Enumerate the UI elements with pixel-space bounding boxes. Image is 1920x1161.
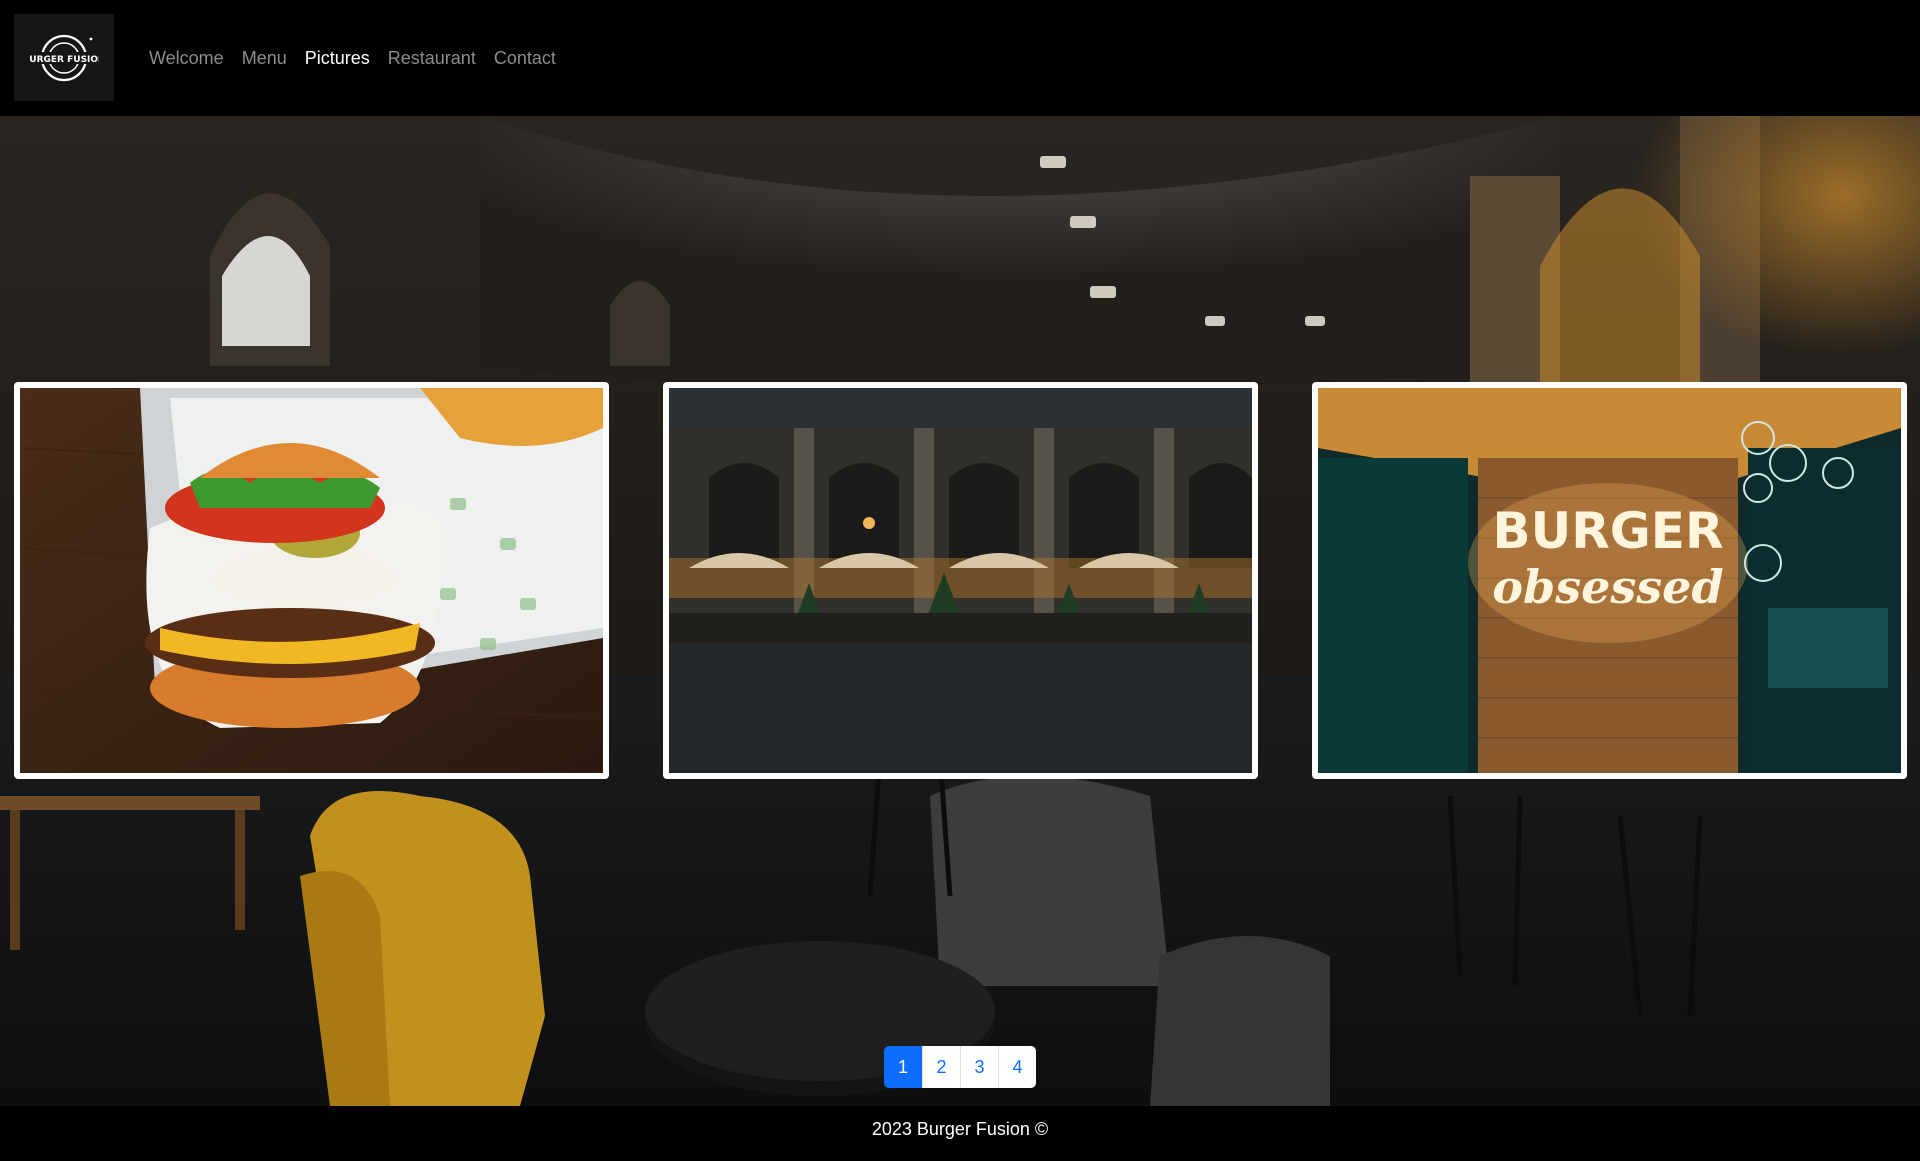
- footer-copyright: 2023 Burger Fusion ©: [871, 1119, 1049, 1139]
- burger-fusion-logo-icon: BURGER FUSION: [29, 34, 99, 81]
- gallery-card-neon-sign[interactable]: BURGER obsessed: [1312, 382, 1907, 779]
- neon-line1: BURGER: [1493, 502, 1724, 560]
- nav-menu[interactable]: Menu: [233, 49, 296, 67]
- nav-links: Welcome Menu Pictures Restaurant Contact: [140, 0, 565, 116]
- page-4-button[interactable]: 4: [998, 1046, 1036, 1088]
- pagination: 1 2 3 4: [884, 1046, 1036, 1088]
- nav-contact[interactable]: Contact: [485, 49, 565, 67]
- hero-section: BURGER obsessed 1 2 3 4: [0, 116, 1920, 1106]
- outdoor-terrace-photo: [669, 388, 1252, 773]
- page-1-button[interactable]: 1: [884, 1046, 922, 1088]
- logo-text: BURGER FUSION: [29, 55, 99, 65]
- navbar: BURGER FUSION Welcome Menu Pictures Rest…: [0, 0, 1920, 116]
- nav-pictures[interactable]: Pictures: [296, 49, 379, 67]
- neon-sign-photo: BURGER obsessed: [1318, 388, 1901, 773]
- gallery-card-burger[interactable]: [14, 382, 609, 779]
- brand-logo[interactable]: BURGER FUSION: [14, 14, 114, 101]
- nav-restaurant[interactable]: Restaurant: [379, 49, 485, 67]
- gallery-card-terrace[interactable]: [663, 382, 1258, 779]
- page-2-button[interactable]: 2: [922, 1046, 960, 1088]
- cheeseburger-photo: [20, 388, 603, 773]
- footer: 2023 Burger Fusion ©: [0, 1106, 1920, 1161]
- nav-welcome[interactable]: Welcome: [140, 49, 233, 67]
- page-3-button[interactable]: 3: [960, 1046, 998, 1088]
- neon-line2: obsessed: [1492, 560, 1723, 614]
